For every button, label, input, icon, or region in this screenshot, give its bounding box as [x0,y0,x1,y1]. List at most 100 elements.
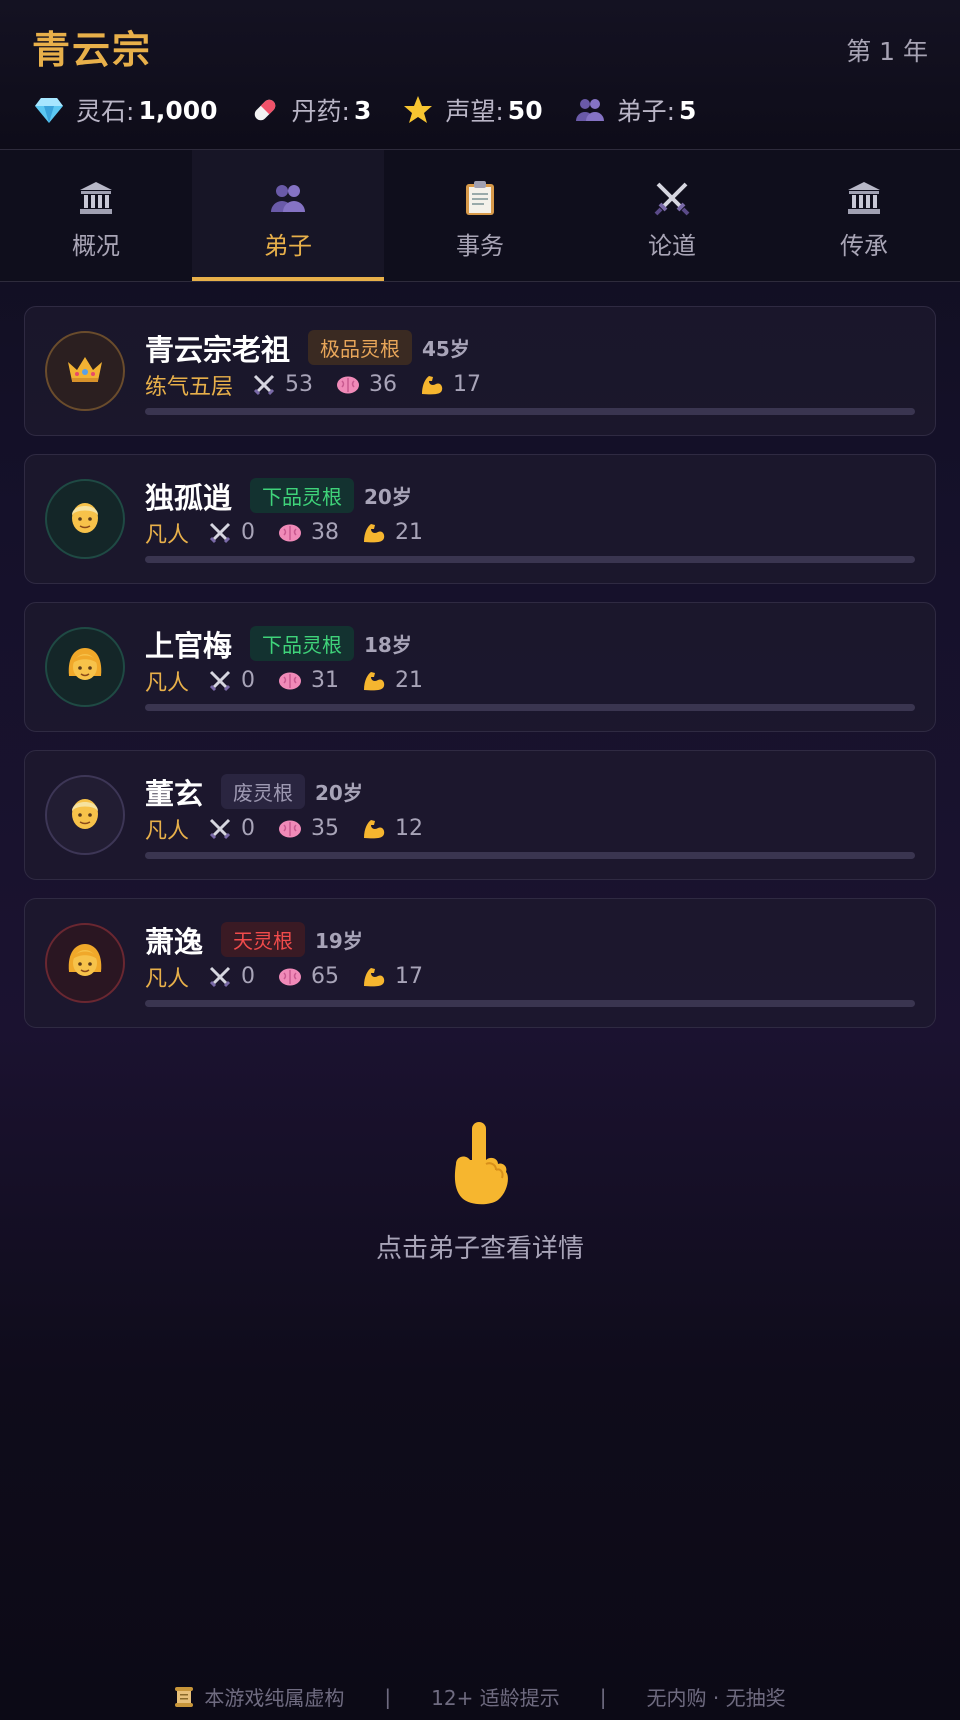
disciple-card[interactable]: 独孤逍 下品灵根 20岁 凡人 0 38 21 [24,454,936,584]
cultivation-progress-bar [145,555,915,563]
footer-age-rating: 12+ 适龄提示 [431,1686,560,1710]
attr-value: 38 [311,520,340,545]
brain-icon [277,964,303,990]
disciple-card[interactable]: 青云宗老祖 极品灵根 45岁 练气五层 53 36 17 [24,306,936,436]
resource-stats: 灵石: 1,000 丹药: 3 声望: 50 弟子: 5 [32,92,928,128]
cultivation-progress-bar [145,851,915,859]
temple-icon [76,178,116,218]
attr-strength: 21 [361,668,423,694]
attr-attack: 0 [207,964,255,990]
disciple-name: 上官梅 [145,628,233,663]
cultivation-progress-bar [145,703,915,711]
cultivation-progress-bar [145,999,915,1007]
pointing-hand-icon [0,1120,960,1206]
crossed-swords-icon [207,668,233,694]
attr-attack: 0 [207,668,255,694]
attr-wisdom: 38 [277,520,339,546]
stat-pills: 丹药: 3 [248,92,372,128]
disciple-name: 独孤逍 [145,480,233,515]
attr-value: 0 [241,816,256,841]
clipboard-icon [460,178,500,218]
disciple-card[interactable]: 萧逸 天灵根 19岁 凡人 0 65 17 [24,898,936,1028]
person-icon [68,499,102,539]
attr-value: 31 [311,668,340,693]
attr-value: 35 [311,816,340,841]
attr-attack: 0 [207,520,255,546]
star-icon [401,93,435,127]
brain-icon [335,372,361,398]
crossed-swords-icon [207,964,233,990]
tab-disciples[interactable]: 弟子 [192,150,384,281]
flexed-biceps-icon [361,668,387,694]
footer-disclaimer: 本游戏纯属虚构 | 12+ 适龄提示 | 无内购 · 无抽奖 [0,1682,960,1711]
avatar [45,331,125,411]
attr-attack: 0 [207,816,255,842]
disciple-info: 独孤逍 下品灵根 20岁 凡人 0 38 21 [145,476,935,563]
disciple-age: 45岁 [422,337,470,361]
disciple-name: 董玄 [145,776,204,811]
brain-icon [277,668,303,694]
disciple-age: 20岁 [315,781,363,805]
stat-value: 1,000 [138,95,218,125]
avatar [45,775,125,855]
avatar [45,923,125,1003]
disciple-info: 萧逸 天灵根 19岁 凡人 0 65 17 [145,920,935,1007]
people-icon [573,93,607,127]
cultivation-progress-bar [145,407,915,415]
attr-wisdom: 35 [277,816,339,842]
attr-value: 65 [311,964,340,989]
tab-dao-debate[interactable]: 论道 [576,150,768,281]
cultivation-realm: 凡人 [145,522,190,548]
tab-affairs[interactable]: 事务 [384,150,576,281]
tab-label: 传承 [840,232,888,260]
cultivation-realm: 凡人 [145,670,190,696]
attr-value: 0 [241,668,256,693]
top-bar: 青云宗 第 1 年 灵石: 1,000 丹药: 3 声望: 50 弟子: 5 [0,0,960,150]
attr-value: 21 [395,668,424,693]
spirit-root-badge: 废灵根 [221,774,306,809]
attr-value: 0 [241,520,256,545]
avatar [45,627,125,707]
footer-no-purchase-notice: 无内购 · 无抽奖 [646,1686,786,1710]
stat-label: 弟子: [616,97,676,126]
flexed-biceps-icon [361,520,387,546]
gem-icon [32,93,66,127]
tab-label: 事务 [456,232,504,260]
disciple-name: 萧逸 [145,924,204,959]
stat-label: 声望: [445,97,504,126]
disciple-card[interactable]: 董玄 废灵根 20岁 凡人 0 35 12 [24,750,936,880]
attr-wisdom: 31 [277,668,339,694]
disciple-info: 董玄 废灵根 20岁 凡人 0 35 12 [145,772,935,859]
tab-label: 概况 [72,232,120,260]
tab-label: 论道 [648,232,696,260]
disciple-list: 青云宗老祖 极品灵根 45岁 练气五层 53 36 17 独孤逍 下品灵根 20… [0,282,960,1028]
temple-icon [844,178,884,218]
brain-icon [277,520,303,546]
disciple-age: 20岁 [364,485,412,509]
pill-icon [248,93,282,127]
stat-value: 50 [507,95,543,125]
hint-text: 点击弟子查看详情 [375,1234,584,1264]
stat-value: 3 [353,95,372,125]
sect-name: 青云宗 [32,28,153,72]
crossed-swords-icon [251,372,277,398]
attr-strength: 12 [361,816,423,842]
tab-legacy[interactable]: 传承 [768,150,960,281]
stat-reputation: 声望: 50 [401,92,543,128]
attr-value: 21 [395,520,424,545]
flexed-biceps-icon [419,372,445,398]
disciple-info: 青云宗老祖 极品灵根 45岁 练气五层 53 36 17 [145,328,935,415]
brain-icon [277,816,303,842]
footer-divider: | [384,1684,392,1709]
avatar [45,479,125,559]
tab-overview[interactable]: 概况 [0,150,192,281]
stat-label: 灵石: [76,97,135,126]
attr-value: 12 [395,816,424,841]
cultivation-realm: 练气五层 [145,374,234,400]
tab-label: 弟子 [264,232,312,260]
disciple-card[interactable]: 上官梅 下品灵根 18岁 凡人 0 31 21 [24,602,936,732]
attr-strength: 17 [419,372,481,398]
crossed-swords-icon [207,520,233,546]
main-tabs: 概况 弟子 事务 论道 传承 [0,150,960,282]
year-indicator: 第 1 年 [846,37,928,66]
